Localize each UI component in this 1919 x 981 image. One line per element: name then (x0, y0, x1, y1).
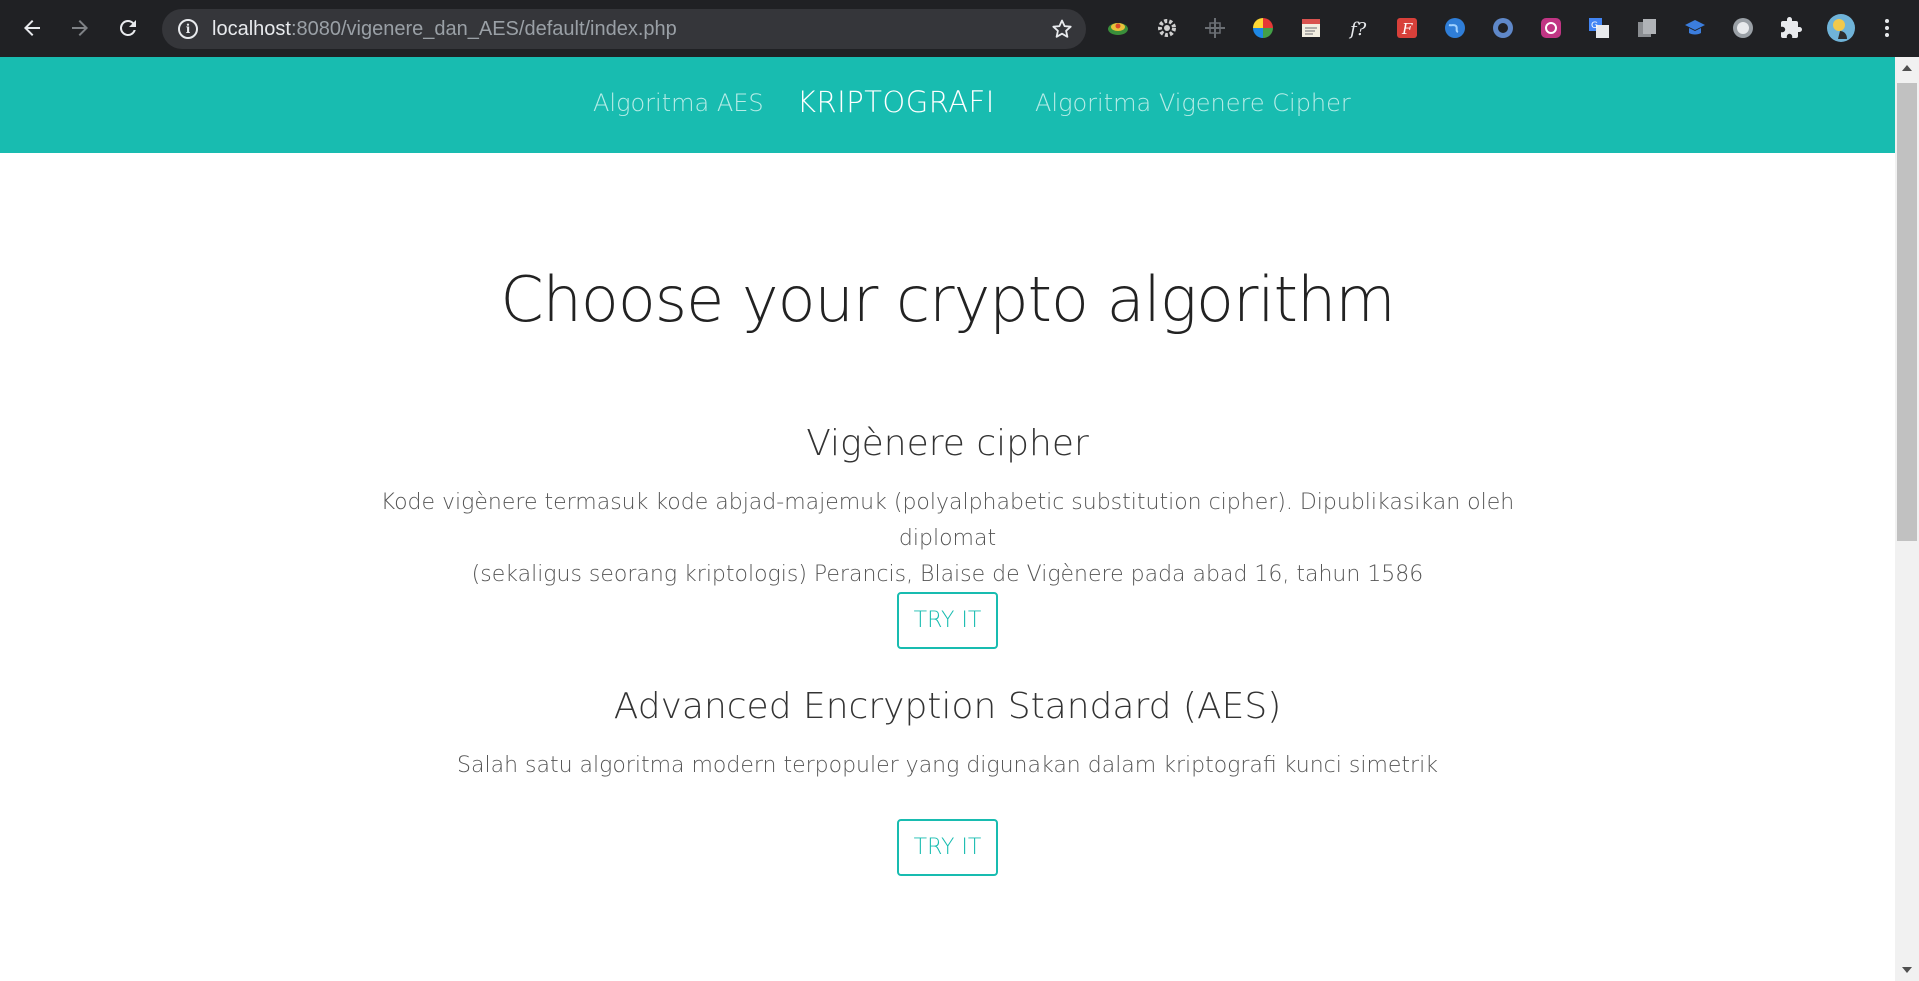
arrow-left-icon (24, 20, 40, 36)
aes-try-it-button[interactable]: TRY IT (897, 819, 998, 876)
scroll-up-arrow-icon[interactable] (1902, 65, 1912, 71)
url-host: localhost (212, 18, 291, 40)
vertical-scrollbar[interactable] (1895, 57, 1919, 981)
avatar[interactable] (1826, 13, 1856, 43)
gear-icon[interactable] (1154, 15, 1180, 41)
font-f-icon[interactable]: f? (1346, 15, 1372, 41)
svg-text:F: F (1401, 20, 1413, 38)
reload-icon (119, 19, 136, 36)
menu-dots-icon[interactable] (1874, 15, 1900, 41)
vigenere-desc-line-2: (sekaligus seorang kriptologis) Perancis… (471, 562, 1424, 587)
translate-icon[interactable]: G (1586, 15, 1612, 41)
browser-toolbar: i localhost:8080/vigenere_dan_AES/defaul… (0, 0, 1919, 57)
aes-desc-line-1: Salah satu algoritma modern terpopuler y… (457, 753, 1438, 778)
aes-section-title: Advanced Encryption Standard (AES) (613, 686, 1282, 727)
svg-text:f?: f? (1348, 19, 1367, 40)
fontface-icon[interactable]: F (1394, 15, 1420, 41)
forward-button[interactable] (60, 8, 100, 48)
instagram-like-icon[interactable] (1538, 15, 1564, 41)
move-icon[interactable] (1202, 15, 1228, 41)
bookmark-star-icon[interactable] (1050, 17, 1074, 41)
swirl-icon[interactable] (1490, 15, 1516, 41)
site-navbar: Algoritma AES KRIPTOGRAFI Algoritma Vige… (0, 57, 1895, 153)
url-text[interactable]: localhost:8080/vigenere_dan_AES/default/… (212, 18, 677, 41)
puzzle-icon[interactable] (1778, 15, 1804, 41)
graduation-cap-icon[interactable] (1682, 15, 1708, 41)
copy-icon[interactable] (1634, 15, 1660, 41)
vigenere-section-title: Vigènere cipher (806, 423, 1089, 464)
info-icon[interactable]: i (178, 19, 198, 39)
vigenere-try-it-button[interactable]: TRY IT (897, 592, 998, 649)
url-path: :8080/vigenere_dan_AES/default/index.php (290, 18, 677, 40)
page-title: Choose your crypto algorithm (500, 263, 1395, 336)
vigenere-section-description: Kode vigènere termasuk kode abjad-majemu… (370, 485, 1525, 593)
svg-text:G: G (1591, 21, 1598, 31)
scrollbar-thumb[interactable] (1897, 83, 1917, 541)
circle-icon[interactable] (1730, 15, 1756, 41)
main-content: Choose your crypto algorithm Vigènere ci… (0, 153, 1895, 981)
color-wheel-icon[interactable] (1250, 15, 1276, 41)
back-button[interactable] (12, 8, 52, 48)
nav-brand[interactable]: KRIPTOGRAFI (797, 85, 995, 119)
scroll-down-arrow-icon[interactable] (1902, 967, 1912, 973)
reload-button[interactable] (108, 8, 148, 48)
arrow-right-icon (72, 20, 88, 36)
nav-link-aes[interactable]: Algoritma AES (593, 89, 764, 117)
aes-section-description: Salah satu algoritma modern terpopuler y… (370, 748, 1525, 784)
address-bar[interactable]: i localhost:8080/vigenere_dan_AES/defaul… (162, 9, 1086, 49)
nav-link-vigenere[interactable]: Algoritma Vigenere Cipher (1035, 89, 1351, 117)
colorful-disc-icon[interactable] (1105, 15, 1131, 41)
vigenere-desc-line-1: Kode vigènere termasuk kode abjad-majemu… (380, 490, 1515, 551)
globe-icon[interactable] (1442, 15, 1468, 41)
notepad-icon[interactable] (1298, 15, 1324, 41)
